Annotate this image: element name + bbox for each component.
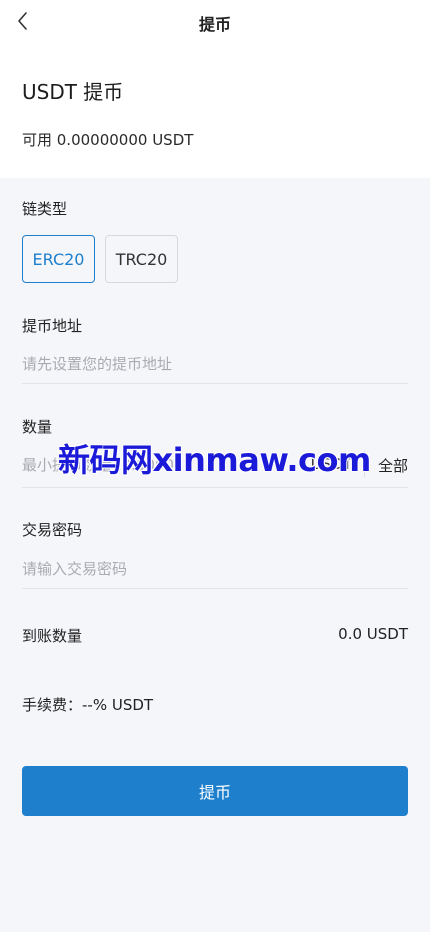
withdraw-form: 链类型 ERC20 TRC20 提币地址 数量 USDT 全部 交易密码 到账数… [0,178,430,932]
received-amount-value: 0.0 USDT [338,625,408,643]
chain-type-label: 链类型 [22,200,68,218]
amount-row: USDT 全部 [22,443,408,488]
amount-input[interactable] [22,443,302,487]
amount-divider [364,451,365,477]
header-section: 提币 USDT 提币 可用 0.00000000 USDT [0,0,430,178]
page-title: 提币 [198,15,231,34]
available-balance: 可用 0.00000000 USDT [22,131,194,149]
amount-unit: USDT [310,455,352,473]
address-input[interactable] [22,344,408,384]
chain-option-erc20[interactable]: ERC20 [22,235,95,283]
fee-text: 手续费：--% USDT [22,696,154,714]
trade-password-label: 交易密码 [22,521,83,539]
trade-password-input[interactable] [22,549,408,589]
withdraw-heading: USDT 提币 [22,80,124,104]
withdraw-all-button[interactable]: 全部 [378,455,408,476]
received-amount-label: 到账数量 [22,627,83,645]
address-label: 提币地址 [22,317,83,335]
amount-label: 数量 [22,418,53,436]
chain-option-trc20[interactable]: TRC20 [105,235,178,283]
withdraw-submit-button[interactable]: 提币 [22,766,408,816]
nav-bar: 提币 [0,0,430,44]
